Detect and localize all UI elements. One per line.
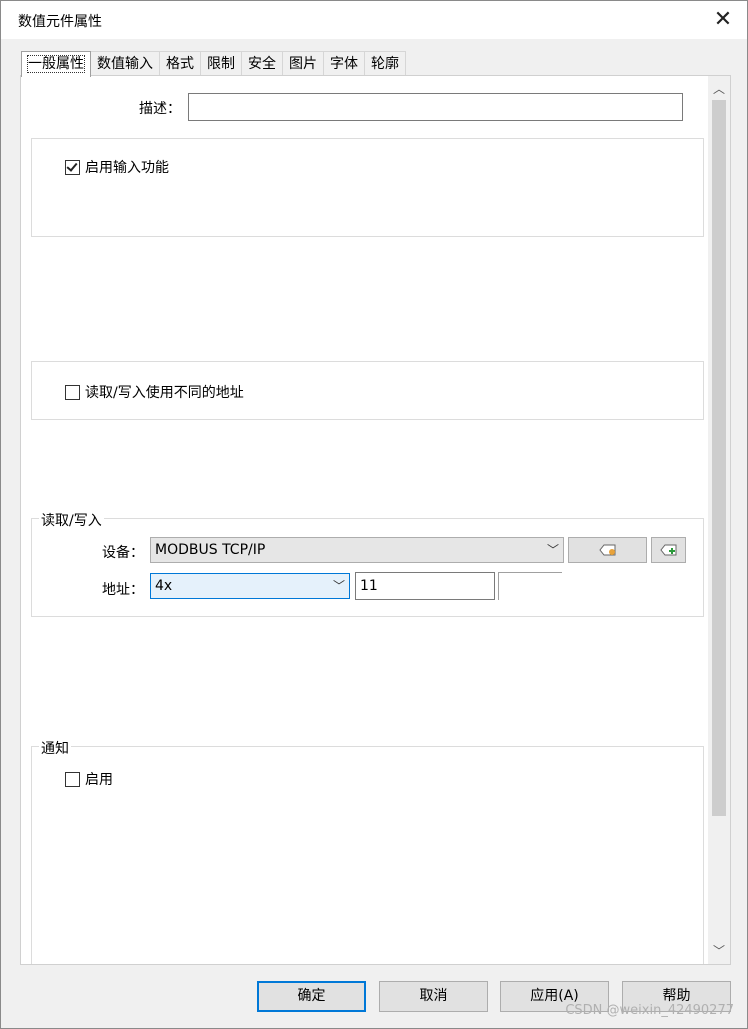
notify-group: 通知 启用 (31, 738, 704, 964)
diff-address-group: 读取/写入使用不同的地址 (31, 361, 704, 420)
tab-picture[interactable]: 图片 (282, 51, 324, 76)
address-type-select[interactable]: 4x ﹀ (150, 573, 350, 599)
scroll-thumb[interactable] (712, 100, 726, 816)
checkbox-box (65, 771, 80, 787)
add-tag-button[interactable] (651, 537, 686, 563)
ok-button[interactable]: 确定 (257, 981, 366, 1012)
enable-input-checkbox[interactable]: 启用输入功能 (65, 157, 169, 177)
tab-limits[interactable]: 限制 (200, 51, 242, 76)
tab-font[interactable]: 字体 (323, 51, 365, 76)
tab-strip: 一般属性 数值输入 格式 限制 安全 图片 字体 轮廓 (21, 51, 406, 77)
checkbox-box (65, 384, 80, 400)
description-label: 描述： (139, 101, 181, 117)
vertical-scrollbar[interactable]: ︿ ﹀ (708, 76, 730, 964)
tab-outline[interactable]: 轮廓 (364, 51, 406, 76)
scroll-up-icon[interactable]: ︿ (708, 78, 730, 100)
chevron-down-icon: ﹀ (332, 579, 345, 593)
notify-title: 通知 (39, 738, 71, 758)
read-write-group: 读取/写入 设备： MODBUS TCP/IP ﹀ 地址： 4x ﹀ 11 (31, 510, 704, 617)
address-extra-field[interactable] (498, 572, 562, 600)
notify-enable-checkbox[interactable]: 启用 (65, 769, 113, 789)
chevron-down-icon: ﹀ (546, 543, 559, 557)
description-input[interactable] (188, 93, 683, 121)
dialog-title: 数值元件属性 (18, 14, 102, 30)
tag-read-icon (598, 544, 615, 556)
tab-security[interactable]: 安全 (241, 51, 283, 76)
general-panel: 描述： 启用输入功能 读取/写入使用不同的地址 读取/写入 设备： MODBUS… (20, 75, 731, 965)
tag-add-icon (659, 544, 676, 556)
address-label: 地址： (102, 582, 144, 598)
diff-address-checkbox[interactable]: 读取/写入使用不同的地址 (65, 382, 244, 402)
watermark: CSDN @weixin_42490277 (565, 1003, 734, 1018)
properties-dialog: 数值元件属性 ✕ 一般属性 数值输入 格式 限制 安全 图片 字体 轮廓 描述：… (0, 0, 748, 1029)
input-function-group: 启用输入功能 (31, 138, 704, 237)
tab-numeric-input[interactable]: 数值输入 (90, 51, 160, 76)
tab-format[interactable]: 格式 (159, 51, 201, 76)
checkbox-box (65, 159, 80, 175)
read-tag-button[interactable] (568, 537, 647, 563)
cancel-button[interactable]: 取消 (379, 981, 488, 1012)
device-select[interactable]: MODBUS TCP/IP ﹀ (150, 537, 564, 563)
close-icon[interactable]: ✕ (711, 8, 735, 32)
title-bar: 数值元件属性 ✕ (1, 1, 747, 39)
tab-general[interactable]: 一般属性 (21, 51, 91, 77)
read-write-title: 读取/写入 (39, 510, 104, 530)
address-input[interactable]: 11 (355, 572, 495, 600)
scroll-down-icon[interactable]: ﹀ (708, 940, 730, 962)
device-label: 设备： (102, 545, 144, 561)
